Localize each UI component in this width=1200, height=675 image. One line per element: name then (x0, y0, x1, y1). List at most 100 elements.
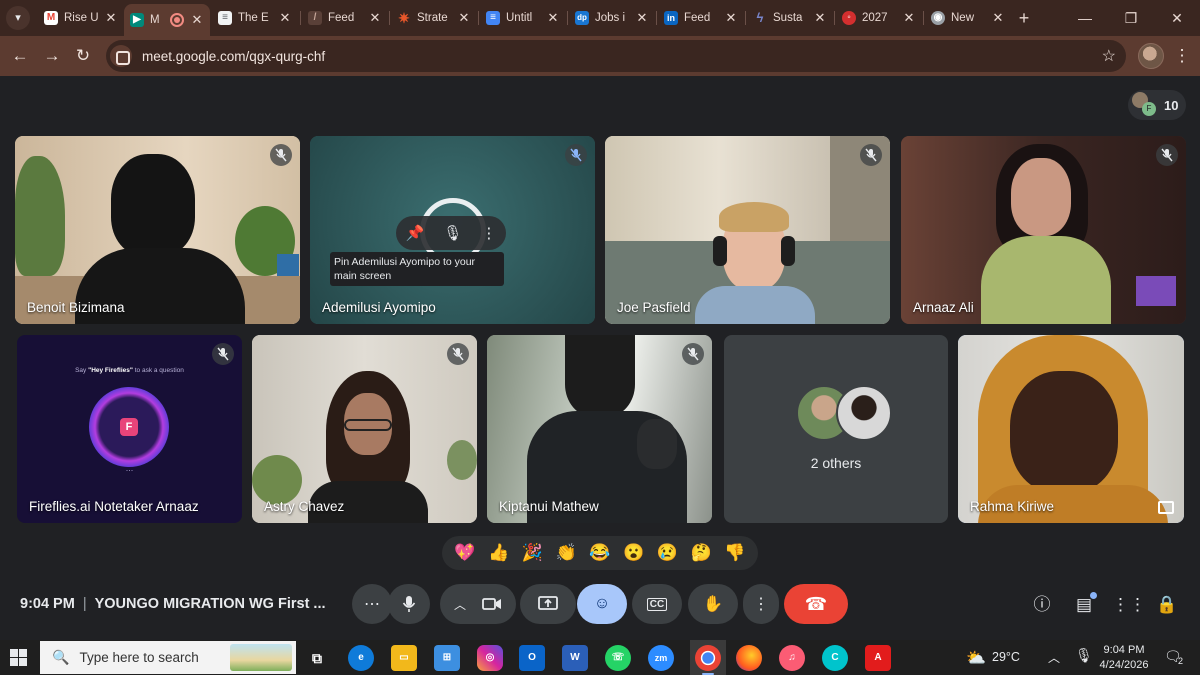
system-clock[interactable]: 9:04 PM 4/24/2026 (1096, 643, 1152, 673)
close-icon[interactable]: ✕ (368, 10, 382, 26)
more-options-icon[interactable]: ⋮ (481, 224, 496, 242)
participant-tile-self[interactable]: Rahma Kiriwe (958, 335, 1184, 523)
site-info-icon[interactable] (110, 45, 132, 67)
tab-untitled[interactable]: ≡ Untitl ✕ (480, 4, 566, 32)
instagram-icon[interactable]: ◎ (477, 645, 503, 671)
participant-tile[interactable]: Arnaaz Ali (901, 136, 1186, 324)
reaction-thumbs-up[interactable]: 👍 (488, 543, 509, 563)
close-icon[interactable]: ✕ (457, 10, 471, 26)
taskbar-search[interactable]: 🔍 Type here to search (40, 641, 296, 674)
present-screen-button[interactable] (520, 584, 576, 624)
acrobat-icon[interactable]: A (865, 645, 891, 671)
windows-start-icon[interactable] (10, 649, 27, 666)
mute-participant-icon[interactable]: 🎙 (443, 224, 462, 242)
reaction-thumbs-down[interactable]: 👎 (724, 543, 745, 563)
close-icon[interactable]: ✕ (902, 10, 916, 26)
firefox-icon[interactable] (736, 645, 762, 671)
more-options-button[interactable]: ⋮ (743, 584, 779, 624)
participant-tile[interactable]: Kiptanui Mathew (487, 335, 712, 523)
close-icon[interactable]: ✕ (546, 10, 560, 26)
close-window-icon[interactable]: ✕ (1154, 0, 1200, 36)
profile-avatar[interactable] (1138, 43, 1164, 69)
tab-rise[interactable]: M Rise U ✕ (38, 4, 124, 32)
reaction-laugh[interactable]: 😂 (589, 543, 610, 563)
meeting-title[interactable]: YOUNGO MIGRATION WG First ... (95, 596, 326, 612)
tab-strate[interactable]: ✷ Strate ✕ (391, 4, 477, 32)
new-tab-icon[interactable]: + (1012, 6, 1036, 30)
participant-count-chip[interactable]: F 10 (1128, 90, 1186, 120)
weather-icon[interactable]: ⛅ (966, 648, 986, 668)
chevron-up-icon[interactable]: ︿ (1048, 649, 1060, 666)
tab-the-e[interactable]: ≡ The E ✕ (212, 4, 298, 32)
close-icon[interactable]: ✕ (724, 10, 738, 26)
reaction-heart[interactable]: 💖 (454, 543, 475, 563)
activities-icon[interactable]: ⋮⋮ (1112, 592, 1146, 618)
close-icon[interactable]: ✕ (190, 12, 204, 28)
address-bar[interactable]: meet.google.com/qgx-qurg-chf ☆ (106, 40, 1126, 72)
back-arrow-icon[interactable]: ← (8, 44, 32, 68)
microsoft-store-icon[interactable]: ⊞ (434, 645, 460, 671)
tab-new[interactable]: ◉ New ✕ (925, 4, 1011, 32)
microphone-tray-icon[interactable]: 🎙 (1075, 647, 1093, 664)
url-text[interactable]: meet.google.com/qgx-qurg-chf (142, 49, 325, 64)
forward-arrow-icon[interactable]: → (40, 44, 64, 68)
reaction-party[interactable]: 🎉 (522, 543, 543, 563)
captions-button[interactable]: CC (632, 584, 682, 624)
tab-linkedin-feed[interactable]: in Feed ✕ (658, 4, 744, 32)
search-highlight-image (230, 644, 292, 671)
tab-search-icon[interactable]: ▾ (6, 6, 30, 30)
microphone-icon (402, 596, 416, 612)
camera-button[interactable]: ︿ (440, 584, 516, 624)
bookmark-star-icon[interactable]: ☆ (1102, 46, 1116, 66)
participant-tile[interactable]: Astry Chavez (252, 335, 477, 523)
others-tile[interactable]: 2 others (724, 335, 948, 523)
more-audio-options-button[interactable]: ⋯ (352, 584, 392, 624)
participant-tile[interactable]: Say "Hey Fireflies" to ask a question F … (17, 335, 242, 523)
host-controls-icon[interactable]: 🔒 (1154, 592, 1180, 618)
reload-icon[interactable]: ↻ (71, 44, 95, 68)
microphone-button[interactable] (388, 584, 430, 624)
restore-icon[interactable]: ❐ (1108, 0, 1154, 36)
tab-strip: ▾ M Rise U ✕ ▶ M ✕ ≡ The E ✕ / Feed ✕ ✷ … (0, 0, 1200, 36)
pin-icon[interactable]: 📌 (406, 224, 425, 242)
tab-jobs[interactable]: dp Jobs i ✕ (569, 4, 655, 32)
tab-meet[interactable]: ▶ M ✕ (124, 4, 210, 36)
weather-temperature[interactable]: 29°C (992, 650, 1020, 664)
meeting-details-icon[interactable]: ⓘ (1029, 592, 1055, 618)
chevron-up-icon[interactable]: ︿ (454, 596, 466, 613)
close-icon[interactable]: ✕ (813, 10, 827, 26)
close-icon[interactable]: ✕ (278, 10, 292, 26)
chat-icon[interactable]: ▤ (1071, 592, 1097, 618)
muted-mic-icon (682, 343, 704, 365)
word-icon[interactable]: W (562, 645, 588, 671)
edge-icon[interactable]: e (348, 645, 374, 671)
raise-hand-button[interactable]: ✋ (688, 584, 738, 624)
reaction-sad[interactable]: 😢 (657, 543, 678, 563)
canva-icon[interactable]: C (822, 645, 848, 671)
reaction-clap[interactable]: 👏 (556, 543, 577, 563)
browser-menu-icon[interactable]: ⋮ (1172, 44, 1192, 68)
zoom-icon[interactable]: zm (648, 645, 674, 671)
reaction-thinking[interactable]: 🤔 (691, 543, 712, 563)
reactions-button[interactable]: ☺ (577, 584, 627, 624)
participant-name: Arnaaz Ali (913, 300, 974, 315)
minimize-icon[interactable]: — (1062, 0, 1108, 36)
participant-tile[interactable]: Benoit Bizimana (15, 136, 300, 324)
close-icon[interactable]: ✕ (104, 10, 118, 26)
participant-tile[interactable]: Joe Pasfield (605, 136, 890, 324)
reaction-surprised[interactable]: 😮 (623, 543, 644, 563)
outlook-icon[interactable]: O (519, 645, 545, 671)
itunes-icon[interactable]: ♫ (779, 645, 805, 671)
chrome-icon[interactable] (695, 645, 721, 675)
tile-hover-controls: 📌 🎙 ⋮ (396, 216, 506, 250)
tab-susta[interactable]: ϟ Susta ✕ (747, 4, 833, 32)
whatsapp-icon[interactable]: ☏ (605, 645, 631, 671)
tab-2027[interactable]: ◦ 2027 ✕ (836, 4, 922, 32)
close-icon[interactable]: ✕ (635, 10, 649, 26)
close-icon[interactable]: ✕ (991, 10, 1005, 26)
tab-feed[interactable]: / Feed ✕ (302, 4, 388, 32)
file-explorer-icon[interactable]: ▭ (391, 645, 417, 671)
leave-call-button[interactable]: ☎ (784, 584, 848, 624)
task-view-icon[interactable]: ⧉ (304, 645, 330, 671)
picture-in-picture-icon[interactable] (1158, 501, 1174, 514)
